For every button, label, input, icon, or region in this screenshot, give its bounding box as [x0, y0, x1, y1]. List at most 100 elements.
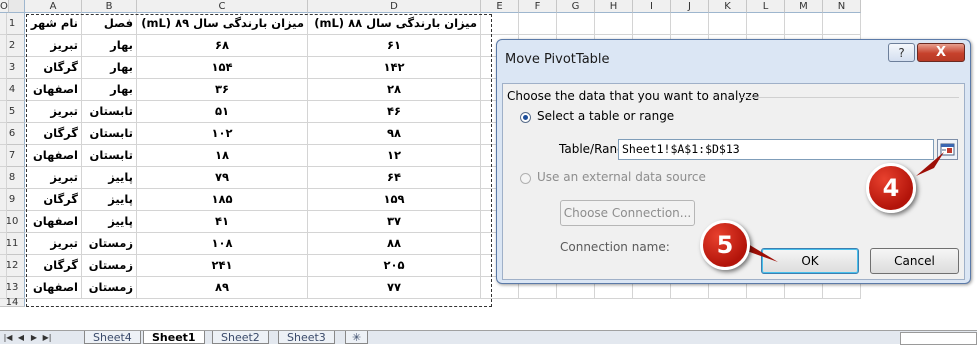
empty-cell[interactable] [747, 13, 785, 35]
header-cell[interactable]: نام شهر [25, 13, 82, 35]
row-header-14[interactable]: 14 [0, 298, 25, 308]
first-sheet-icon[interactable]: |◀ [2, 331, 14, 344]
data-cell[interactable]: ۷۷ [308, 277, 481, 299]
empty-cell[interactable] [0, 167, 7, 189]
column-header-b[interactable]: B [82, 0, 137, 13]
empty-cell[interactable] [519, 13, 557, 35]
column-header-j[interactable]: J [671, 0, 709, 13]
tab-sheet2[interactable]: Sheet2 [212, 331, 269, 344]
data-cell[interactable]: بهار [82, 35, 137, 57]
data-cell[interactable]: ۲۸ [308, 79, 481, 101]
data-cell[interactable]: ۴۶ [308, 101, 481, 123]
empty-cell[interactable] [557, 13, 595, 35]
collapse-dialog-icon[interactable] [937, 139, 958, 160]
empty-cell[interactable] [0, 145, 7, 167]
data-cell[interactable]: گرگان [25, 123, 82, 145]
tab-sheet1[interactable]: Sheet1 [143, 331, 205, 344]
data-cell[interactable]: ۱۰۸ [137, 233, 308, 255]
data-cell[interactable]: تبریز [25, 167, 82, 189]
data-cell[interactable]: ۶۴ [308, 167, 481, 189]
ok-button[interactable]: OK [761, 248, 859, 274]
data-cell[interactable]: گرگان [25, 255, 82, 277]
select-table-label[interactable]: Select a table or range [537, 109, 674, 123]
data-cell[interactable]: ۱۴۲ [308, 57, 481, 79]
cancel-button[interactable]: Cancel [870, 248, 959, 274]
header-cell[interactable]: فصل [82, 13, 137, 35]
column-header-k[interactable]: K [709, 0, 747, 13]
insert-sheet-icon[interactable]: ✳ [345, 331, 369, 344]
empty-cell[interactable] [0, 189, 7, 211]
radio-external-source[interactable] [520, 173, 531, 184]
data-cell[interactable]: تابستان [82, 101, 137, 123]
data-cell[interactable]: بهار [82, 79, 137, 101]
column-header-m[interactable]: M [785, 0, 823, 13]
close-button[interactable]: X [917, 43, 965, 62]
column-header-a[interactable]: A [25, 0, 82, 13]
tab-sheet3[interactable]: Sheet3 [278, 331, 335, 344]
data-cell[interactable]: ۸۹ [137, 277, 308, 299]
external-source-label[interactable]: Use an external data source [537, 170, 706, 184]
empty-cell[interactable] [0, 123, 7, 145]
data-cell[interactable]: زمستان [82, 233, 137, 255]
data-cell[interactable]: ۱۲ [308, 145, 481, 167]
column-header-l[interactable]: L [747, 0, 785, 13]
column-header-c[interactable]: C [137, 0, 308, 13]
table-range-input[interactable]: Sheet1!$A$1:$D$13 [618, 139, 934, 160]
data-cell[interactable]: گرگان [25, 189, 82, 211]
data-cell[interactable]: ۶۱ [308, 35, 481, 57]
last-sheet-icon[interactable]: ▶| [41, 331, 53, 344]
column-header-g[interactable]: G [557, 0, 595, 13]
column-header-i[interactable]: I [633, 0, 671, 13]
data-cell[interactable]: پاییز [82, 167, 137, 189]
prev-sheet-icon[interactable]: ◀ [15, 331, 27, 344]
empty-cell[interactable] [481, 13, 519, 35]
column-header-d[interactable]: D [308, 0, 481, 13]
header-cell[interactable]: میزان بارندگی سال ۸۸ (mL) [308, 13, 481, 35]
empty-cell[interactable] [0, 13, 7, 35]
empty-cell[interactable] [0, 211, 7, 233]
data-cell[interactable]: ۹۸ [308, 123, 481, 145]
column-header-f[interactable]: F [519, 0, 557, 13]
data-cell[interactable]: ۱۵۹ [308, 189, 481, 211]
data-cell[interactable]: ۲۰۵ [308, 255, 481, 277]
empty-cell[interactable] [0, 255, 7, 277]
empty-cell[interactable] [0, 277, 7, 299]
data-cell[interactable]: ۶۸ [137, 35, 308, 57]
data-cell[interactable]: اصفهان [25, 79, 82, 101]
data-cell[interactable]: ۵۱ [137, 101, 308, 123]
data-cell[interactable]: ۸۸ [308, 233, 481, 255]
empty-cell[interactable] [0, 101, 7, 123]
empty-cell[interactable] [785, 13, 823, 35]
data-cell[interactable]: ۳۷ [308, 211, 481, 233]
data-cell[interactable]: اصفهان [25, 211, 82, 233]
horizontal-scrollbar[interactable] [900, 332, 977, 345]
data-cell[interactable]: تابستان [82, 145, 137, 167]
empty-cell[interactable] [0, 79, 7, 101]
empty-cell[interactable] [709, 13, 747, 35]
column-header-n[interactable]: N [823, 0, 861, 13]
data-cell[interactable]: زمستان [82, 255, 137, 277]
data-cell[interactable]: ۱۸ [137, 145, 308, 167]
empty-cell[interactable] [0, 233, 7, 255]
tab-sheet4[interactable]: Sheet4 [84, 331, 141, 344]
data-cell[interactable]: ۷۹ [137, 167, 308, 189]
empty-cell[interactable] [823, 13, 861, 35]
radio-select-table[interactable] [520, 112, 531, 123]
empty-cell[interactable] [0, 57, 7, 79]
empty-cell[interactable] [595, 13, 633, 35]
data-cell[interactable]: ۱۸۵ [137, 189, 308, 211]
choose-connection-button[interactable]: Choose Connection... [560, 200, 695, 226]
data-cell[interactable]: تابستان [82, 123, 137, 145]
empty-cell[interactable] [671, 13, 709, 35]
empty-cell[interactable] [633, 13, 671, 35]
column-header-h[interactable]: H [595, 0, 633, 13]
column-header-o[interactable]: O [0, 0, 9, 13]
header-cell[interactable]: میزان بارندگی سال ۸۹ (mL) [137, 13, 308, 35]
data-cell[interactable]: ۴۱ [137, 211, 308, 233]
empty-cell[interactable] [0, 35, 7, 57]
data-cell[interactable]: پاییز [82, 211, 137, 233]
data-cell[interactable]: تبریز [25, 35, 82, 57]
next-sheet-icon[interactable]: ▶ [28, 331, 40, 344]
data-cell[interactable]: اصفهان [25, 277, 82, 299]
data-cell[interactable]: ۳۶ [137, 79, 308, 101]
